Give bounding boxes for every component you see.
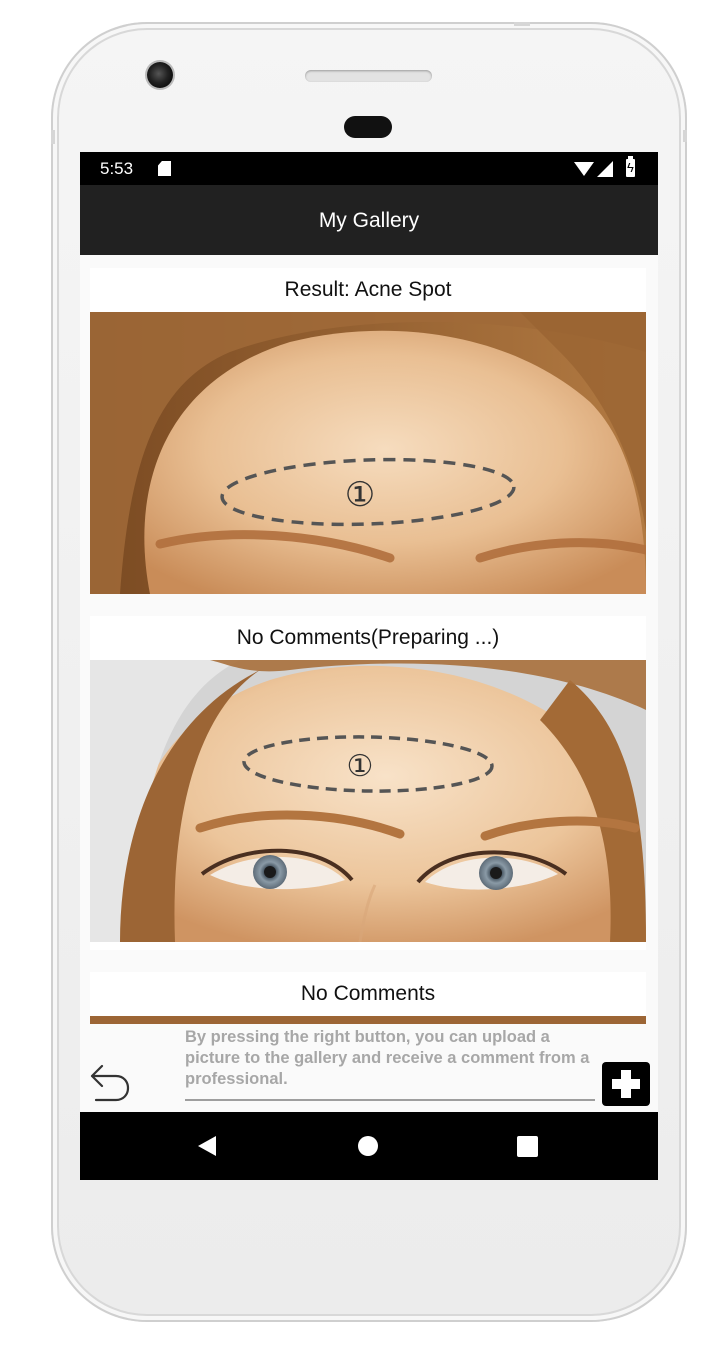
spot-marker: ① (347, 749, 374, 784)
front-camera (147, 62, 173, 88)
earpiece-speaker (305, 70, 432, 82)
sd-card-icon (158, 161, 171, 176)
side-button-right (683, 130, 687, 142)
battery-charging-icon (626, 156, 635, 177)
status-bar: 5:53 (80, 152, 658, 185)
upload-hint-text: By pressing the right button, you can up… (185, 1028, 590, 1088)
gallery-list[interactable]: Result: Acne Spot ① No Comments(Preparin… (80, 255, 658, 1111)
nav-back-icon[interactable] (198, 1136, 216, 1156)
phone-screen: 5:53 My Gallery Result: Acne Spot (80, 152, 658, 1180)
gallery-item-title: No Comments (300, 982, 436, 1005)
nav-home-icon[interactable] (358, 1136, 378, 1156)
gallery-item-title: Result: Acne Spot (284, 278, 452, 301)
gallery-item[interactable]: No Comments(Preparing ...) ① (90, 616, 646, 950)
wifi-icon (574, 162, 594, 176)
gallery-item[interactable]: Result: Acne Spot ① (90, 268, 646, 594)
spot-marker: ① (345, 475, 375, 515)
gallery-item-title: No Comments(Preparing ...) (236, 626, 500, 649)
system-nav-bar (80, 1112, 658, 1180)
face-photo-drawing: ① (90, 660, 646, 942)
proximity-sensor (344, 116, 392, 138)
app-bar: My Gallery (80, 185, 658, 255)
status-time: 5:53 (100, 159, 134, 178)
top-notch-button (514, 22, 530, 26)
add-photo-button[interactable] (602, 1062, 650, 1106)
signal-icon (597, 161, 613, 177)
nav-recents-icon[interactable] (517, 1136, 538, 1157)
forehead-photo[interactable]: ① (90, 312, 646, 594)
bottom-bar: By pressing the right button, you can up… (80, 1024, 658, 1112)
forehead-photo-drawing: ① (90, 312, 646, 594)
undo-arrow-icon[interactable] (88, 1062, 130, 1106)
side-button-left (51, 130, 55, 144)
hint-underline (185, 1099, 595, 1101)
face-photo[interactable]: ① (90, 660, 646, 942)
page-title: My Gallery (318, 209, 420, 232)
